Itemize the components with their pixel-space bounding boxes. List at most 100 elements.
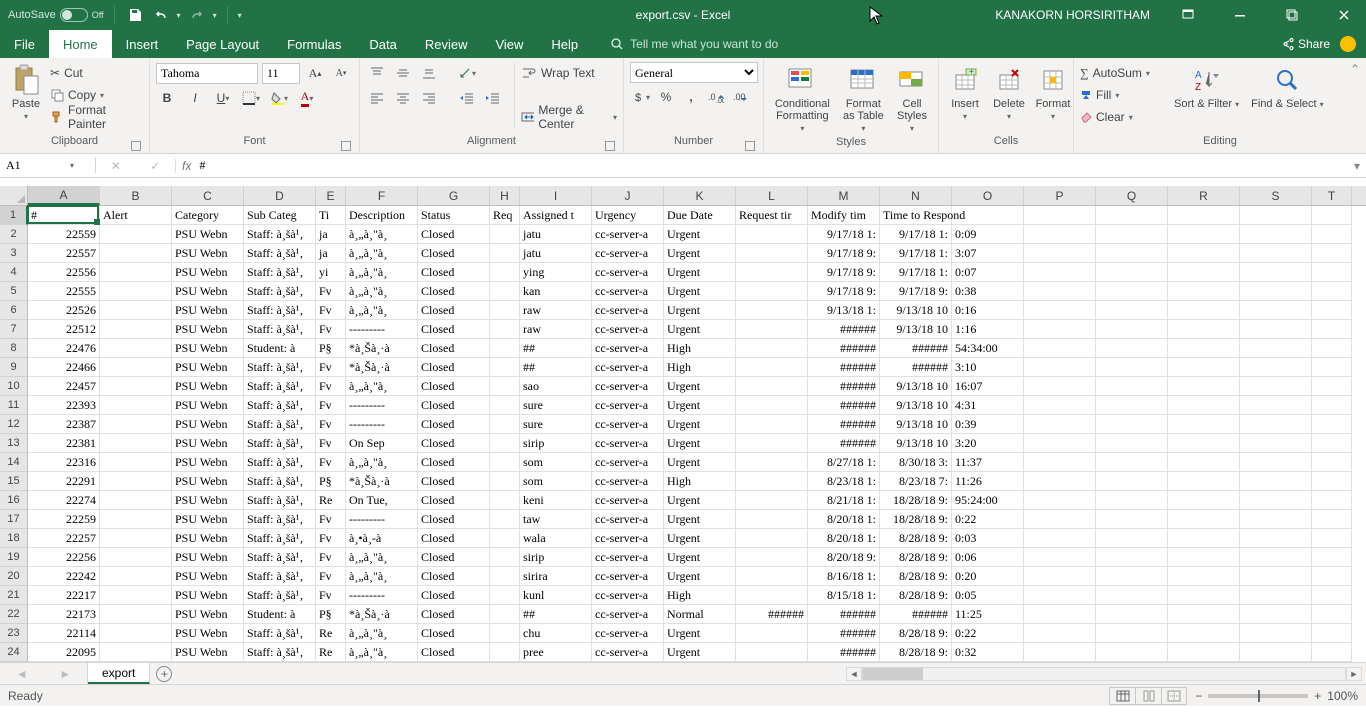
row-header[interactable]: 19	[0, 548, 28, 567]
cell[interactable]	[1168, 339, 1240, 358]
page-layout-view-icon[interactable]	[1135, 687, 1161, 705]
cell[interactable]: 9/13/18 10	[880, 320, 952, 339]
scroll-right-icon[interactable]: ►	[1346, 667, 1362, 681]
cell[interactable]: 9/17/18 9:	[880, 282, 952, 301]
cell[interactable]	[490, 320, 520, 339]
cell[interactable]: Normal	[664, 605, 736, 624]
column-header[interactable]: I	[520, 186, 592, 205]
cell[interactable]: Closed	[418, 434, 490, 453]
cell[interactable]	[1312, 377, 1352, 396]
cell[interactable]	[1024, 491, 1096, 510]
cell[interactable]: 8/28/18 9:	[880, 548, 952, 567]
cell[interactable]	[1096, 624, 1168, 643]
cell[interactable]: Closed	[418, 358, 490, 377]
cell[interactable]: cc-server-a	[592, 301, 664, 320]
cell[interactable]: *à¸Šà¸·à	[346, 358, 418, 377]
cell[interactable]: 8/28/18 9:	[880, 643, 952, 662]
cell[interactable]	[1096, 415, 1168, 434]
select-all-button[interactable]	[0, 186, 28, 205]
cell[interactable]: à¸„à¸"à¸	[346, 282, 418, 301]
cell[interactable]: ---------	[346, 510, 418, 529]
cell[interactable]: Fv	[316, 510, 346, 529]
cell[interactable]: Fv	[316, 567, 346, 586]
cell[interactable]: 9/17/18 1:	[880, 244, 952, 263]
cell[interactable]: PSU Webn	[172, 643, 244, 662]
cell[interactable]	[1096, 339, 1168, 358]
cell[interactable]	[1024, 263, 1096, 282]
cell[interactable]	[1096, 510, 1168, 529]
cell[interactable]	[1096, 282, 1168, 301]
cell[interactable]: ---------	[346, 586, 418, 605]
cell[interactable]	[1312, 301, 1352, 320]
column-header[interactable]: C	[172, 186, 244, 205]
cell[interactable]	[490, 415, 520, 434]
close-icon[interactable]	[1322, 0, 1366, 30]
cell[interactable]	[1312, 358, 1352, 377]
cell[interactable]: cc-server-a	[592, 358, 664, 377]
increase-decimal-icon[interactable]: .0.00	[705, 87, 727, 107]
cell[interactable]: Urgent	[664, 453, 736, 472]
cell[interactable]: 22393	[28, 396, 100, 415]
column-header[interactable]: D	[244, 186, 316, 205]
delete-cells-button[interactable]: Delete▾	[989, 62, 1029, 124]
cell[interactable]: taw	[520, 510, 592, 529]
cell[interactable]: 9/13/18 10	[880, 415, 952, 434]
cell[interactable]	[1240, 510, 1312, 529]
cell[interactable]	[1096, 491, 1168, 510]
column-header[interactable]: F	[346, 186, 418, 205]
cell[interactable]	[1312, 510, 1352, 529]
cell[interactable]	[736, 624, 808, 643]
cell[interactable]: cc-server-a	[592, 624, 664, 643]
cell[interactable]: 9/17/18 9:	[808, 244, 880, 263]
cell[interactable]: High	[664, 586, 736, 605]
cell[interactable]	[1312, 320, 1352, 339]
cell[interactable]: Closed	[418, 643, 490, 662]
cell[interactable]: sirip	[520, 434, 592, 453]
shrink-font-icon[interactable]: A▾	[330, 63, 352, 83]
cell[interactable]: Fv	[316, 358, 346, 377]
merge-center-button[interactable]: Merge & Center ▾	[521, 106, 617, 128]
cell[interactable]: Fv	[316, 396, 346, 415]
grow-font-icon[interactable]: A▴	[304, 63, 326, 83]
cell[interactable]: 22387	[28, 415, 100, 434]
autosum-button[interactable]: ∑AutoSum ▾	[1080, 62, 1166, 84]
cell[interactable]: ---------	[346, 415, 418, 434]
cell[interactable]	[1024, 453, 1096, 472]
cell[interactable]	[1024, 605, 1096, 624]
cell[interactable]	[1096, 586, 1168, 605]
cell[interactable]	[100, 225, 172, 244]
conditional-formatting-button[interactable]: Conditional Formatting ▾	[770, 62, 835, 136]
cell[interactable]	[1168, 586, 1240, 605]
cell[interactable]: cc-server-a	[592, 491, 664, 510]
cell[interactable]: Urgent	[664, 396, 736, 415]
cell[interactable]	[1024, 358, 1096, 377]
cell[interactable]	[1024, 339, 1096, 358]
cell[interactable]: Staff: à¸šà¹‚	[244, 624, 316, 643]
cell[interactable]: 4:31	[952, 396, 1024, 415]
cell[interactable]: à¸„à¸"à¸	[346, 301, 418, 320]
row-header[interactable]: 23	[0, 624, 28, 643]
cell[interactable]	[490, 605, 520, 624]
cell[interactable]	[1096, 263, 1168, 282]
cell[interactable]	[1240, 282, 1312, 301]
cell[interactable]	[1312, 567, 1352, 586]
cell[interactable]: Urgent	[664, 282, 736, 301]
cell[interactable]: 22217	[28, 586, 100, 605]
cell[interactable]	[1096, 358, 1168, 377]
cell[interactable]: cc-server-a	[592, 567, 664, 586]
tab-home[interactable]: Home	[49, 30, 112, 58]
cell[interactable]	[1096, 206, 1168, 225]
row-header[interactable]: 14	[0, 453, 28, 472]
cell[interactable]	[100, 548, 172, 567]
scroll-left-icon[interactable]: ◄	[846, 667, 862, 681]
cell[interactable]	[100, 453, 172, 472]
cell[interactable]	[100, 244, 172, 263]
cell[interactable]: ja	[316, 244, 346, 263]
cell[interactable]	[1240, 491, 1312, 510]
paste-button[interactable]: Paste▾	[6, 62, 46, 124]
cell[interactable]	[1168, 358, 1240, 377]
cell[interactable]: 22095	[28, 643, 100, 662]
cell[interactable]: Staff: à¸šà¹‚	[244, 320, 316, 339]
cell[interactable]	[1240, 206, 1312, 225]
cell[interactable]: 22555	[28, 282, 100, 301]
